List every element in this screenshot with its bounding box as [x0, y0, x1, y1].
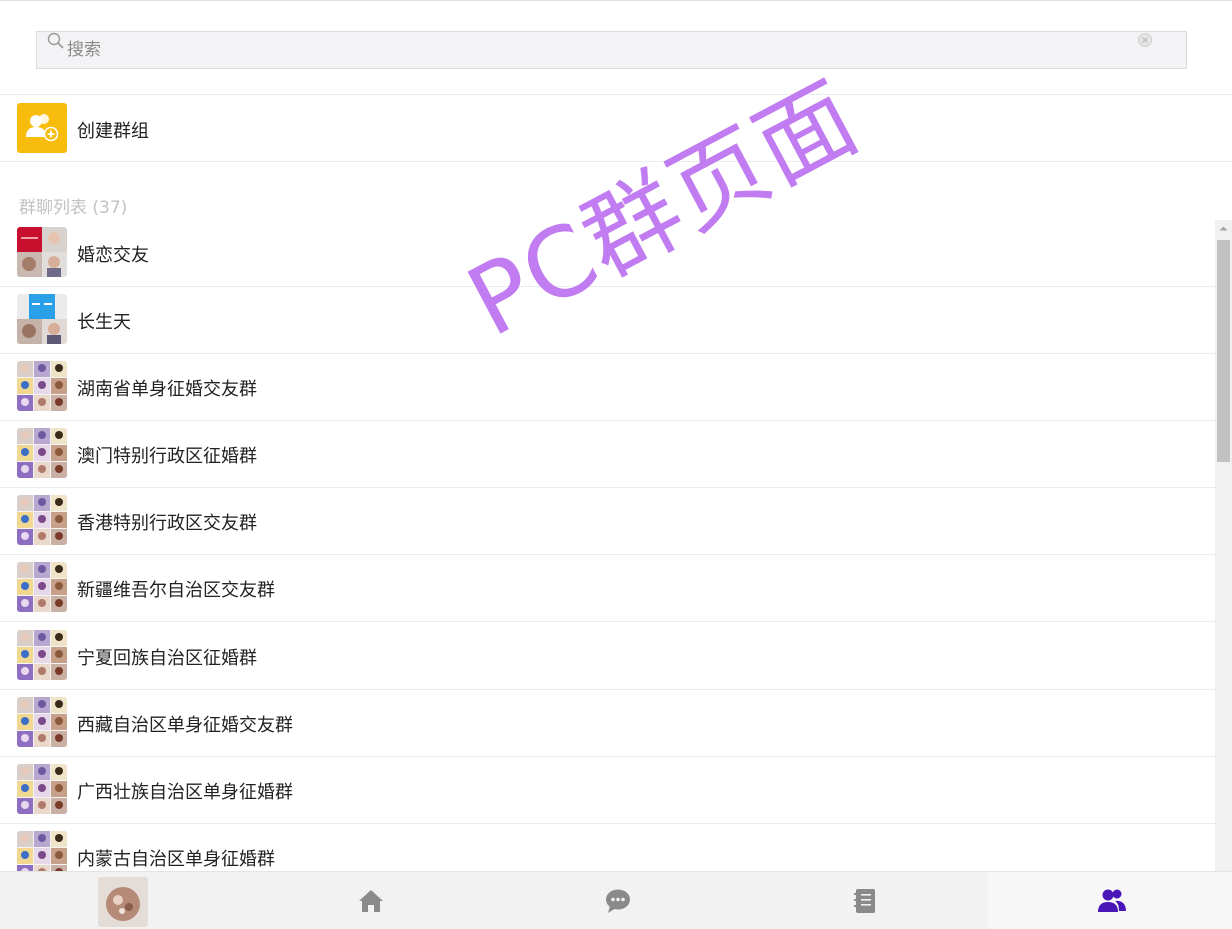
group-list-title: 群聊列表 (37) [19, 198, 128, 218]
list-item[interactable]: 香港特别行政区交友群 [0, 488, 1215, 555]
home-icon [358, 890, 383, 912]
tab-chat[interactable] [494, 872, 741, 929]
group-avatar [17, 428, 67, 478]
list-item[interactable]: 婚恋交友 [0, 220, 1215, 287]
group-avatar [17, 361, 67, 411]
search-box[interactable] [36, 31, 1187, 69]
list-item[interactable]: 澳门特别行政区征婚群 [0, 421, 1215, 488]
create-group-label: 创建群组 [77, 121, 149, 142]
search-input[interactable] [67, 38, 1127, 62]
scroll-up-arrow-icon[interactable] [1215, 220, 1232, 237]
list-item[interactable]: 新疆维吾尔自治区交友群 [0, 555, 1215, 622]
list-item[interactable]: 湖南省单身征婚交友群 [0, 354, 1215, 421]
scroll-thumb[interactable] [1217, 240, 1230, 462]
group-avatar [17, 562, 67, 612]
clear-icon[interactable] [1137, 32, 1153, 48]
list-scrollbar[interactable] [1215, 220, 1232, 871]
group-avatar [17, 227, 67, 277]
tab-profile[interactable] [0, 872, 247, 929]
group-name: 西藏自治区单身征婚交友群 [77, 715, 293, 736]
group-avatar [17, 495, 67, 545]
list-item[interactable]: 内蒙古自治区单身征婚群 [0, 824, 1215, 871]
tab-contacts[interactable] [741, 872, 988, 929]
chat-icon [605, 889, 630, 913]
bottom-tabbar [0, 871, 1232, 929]
group-name: 湖南省单身征婚交友群 [77, 379, 257, 400]
search-area [0, 1, 1232, 95]
list-item[interactable]: 宁夏回族自治区征婚群 [0, 623, 1215, 690]
group-name: 香港特别行政区交友群 [77, 513, 257, 534]
group-name: 长生天 [77, 312, 131, 333]
add-group-icon [17, 103, 67, 153]
list-item[interactable]: 西藏自治区单身征婚交友群 [0, 690, 1215, 757]
group-avatar [17, 831, 67, 871]
profile-avatar [98, 877, 148, 927]
search-icon [47, 32, 64, 49]
create-group-button[interactable]: 创建群组 [0, 95, 1232, 162]
list-item[interactable]: 长生天 [0, 287, 1215, 354]
group-name: 广西壮族自治区单身征婚群 [77, 782, 293, 803]
group-avatar [17, 697, 67, 747]
contacts-book-icon [853, 889, 875, 913]
tab-home[interactable] [247, 872, 494, 929]
group-avatar [17, 294, 67, 344]
tab-groups[interactable] [988, 872, 1232, 929]
group-list: 婚恋交友 长生天 湖南省单身征婚交友群 澳门特别行政区征婚群 香港特别行政区交友… [0, 220, 1215, 871]
group-avatar [17, 630, 67, 680]
group-name: 新疆维吾尔自治区交友群 [77, 580, 275, 601]
group-avatar [17, 764, 67, 814]
list-item[interactable]: 广西壮族自治区单身征婚群 [0, 757, 1215, 824]
group-name: 澳门特别行政区征婚群 [77, 446, 257, 467]
group-icon [1097, 889, 1126, 912]
group-name: 宁夏回族自治区征婚群 [77, 648, 257, 669]
group-name: 内蒙古自治区单身征婚群 [77, 849, 275, 870]
group-name: 婚恋交友 [77, 245, 149, 266]
